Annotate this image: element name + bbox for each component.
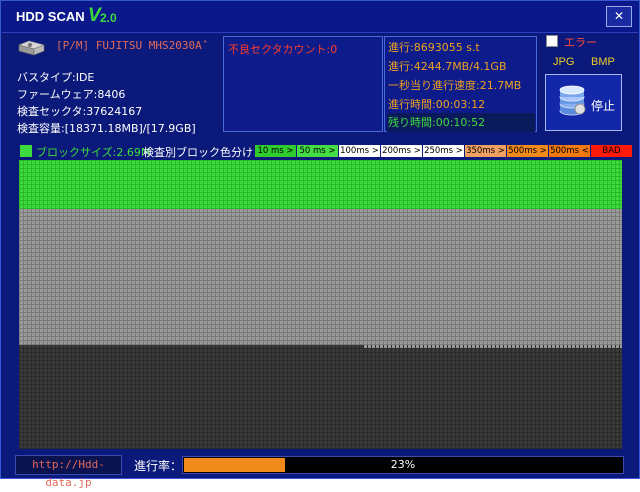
app-version-mark: V (88, 5, 101, 26)
speed: 一秒当り進行速度:21.7MB (388, 79, 522, 92)
scan-map (19, 160, 622, 449)
block-size: ブロックサイズ:2.69M (36, 146, 151, 159)
progress-bar: 23% (182, 456, 624, 474)
legend-row: ブロックサイズ:2.69M 検査別ブロック色分け： 10 ms >50 ms >… (15, 144, 632, 159)
progress-text: 23% (390, 458, 416, 471)
legend-item-7: 500ms < (549, 145, 590, 157)
progress-label: 進行率： (134, 459, 183, 473)
firmware: ファームウェア:8406 (17, 88, 126, 101)
bus-type: バスタイプ:IDE (17, 71, 95, 84)
stop-label: 停止 (591, 99, 616, 113)
error-checkbox[interactable] (546, 35, 558, 47)
scan-capacity: 検査容量:[18371.18MB]/[17.9GB] (17, 122, 196, 135)
block-size-swatch (20, 145, 32, 157)
bad-sector-count: 不良セクタカウント:0 (228, 43, 338, 56)
legend-item-0: 10 ms > (255, 145, 296, 157)
legend-item-3: 200ms > (381, 145, 422, 157)
progress-mb: 進行:4244.7MB/4.1GB (388, 60, 507, 73)
elapsed-time: 進行時間:00:03:12 (388, 98, 486, 111)
legend-item-4: 250ms > (423, 145, 464, 157)
progress-sectors: 進行:8693055 s.t (388, 41, 480, 54)
bad-sector-panel: 不良セクタカウント:0 (223, 36, 383, 132)
remaining-time: 残り時間:00:10:52 (387, 113, 535, 132)
drive-model: [P/M] FUJITSU MHS2030Aˆ (56, 39, 209, 52)
legend-item-5: 350ms > (465, 145, 506, 157)
website-link[interactable]: http://Hdd-data.jp (15, 455, 122, 489)
jpg-link[interactable]: JPG (553, 56, 574, 68)
disk-stack-icon (559, 85, 586, 116)
legend-label: 検査別ブロック色分け： (143, 146, 264, 159)
app-window: HDD SCAN V 2.0 ✕ [P/M] FUJITSU MHS2030Aˆ… (0, 0, 640, 489)
error-label: エラー (564, 36, 597, 49)
bmp-link[interactable]: BMP (591, 56, 615, 68)
app-version: 2.0 (100, 11, 117, 25)
app-title: HDD SCAN (16, 9, 85, 24)
legend-item-1: 50 ms > (297, 145, 338, 157)
legend-item-6: 500ms > (507, 145, 548, 157)
legend-item-8: BAD (591, 145, 632, 157)
title-bar: HDD SCAN V 2.0 ✕ (2, 2, 638, 33)
close-button[interactable]: ✕ (606, 6, 632, 27)
stats-panel: 進行:8693055 s.t 進行:4244.7MB/4.1GB 一秒当り進行速… (384, 36, 537, 132)
scan-sectors: 検査セックタ:37624167 (17, 105, 143, 118)
hard-drive-icon (18, 40, 45, 56)
scan-map-grid (19, 160, 622, 449)
legend-item-2: 100ms > (339, 145, 380, 157)
stop-button[interactable]: 停止 (545, 74, 622, 131)
